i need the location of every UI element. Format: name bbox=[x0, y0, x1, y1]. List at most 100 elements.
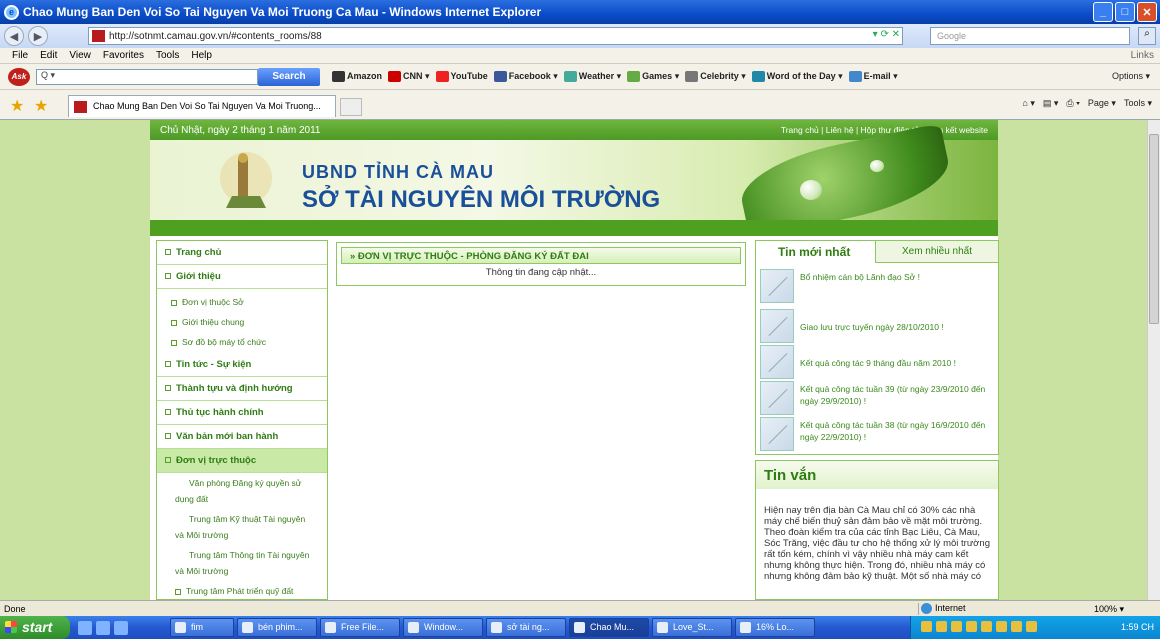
link-cnn[interactable]: CNN ▾ bbox=[388, 71, 430, 83]
nav-sub-units-of-dept[interactable]: Đơn vị thuộc Sở bbox=[171, 297, 244, 307]
news-item[interactable]: Kết quả công tác 9 tháng đầu năm 2010 ! bbox=[760, 345, 996, 381]
nav-sub-general-intro[interactable]: Giới thiệu chung bbox=[171, 317, 244, 327]
ask-search-button[interactable]: Search bbox=[258, 68, 320, 86]
nav-sub-info-center[interactable]: Trung tâm Thông tin Tài nguyên và Môi tr… bbox=[175, 547, 315, 579]
news-title[interactable]: Kết quả công tác tuần 38 (từ ngày 16/9/2… bbox=[800, 419, 992, 443]
favorites-star-icon[interactable]: ★ bbox=[10, 96, 24, 116]
news-title[interactable]: Kết quả công tác 9 tháng đầu năm 2010 ! bbox=[800, 357, 992, 369]
print-icon[interactable]: ⎙ ▾ bbox=[1066, 98, 1079, 109]
forward-button[interactable]: ▶ bbox=[28, 26, 48, 46]
nav-item-news[interactable]: Tin tức - Sự kiện bbox=[157, 353, 327, 377]
tray-icon[interactable] bbox=[951, 621, 962, 632]
new-tab-button[interactable] bbox=[340, 98, 362, 116]
back-button[interactable]: ◀ bbox=[4, 26, 24, 46]
ie-icon: e bbox=[4, 4, 19, 20]
link-word-of-the-day[interactable]: Word of the Day ▾ bbox=[751, 71, 843, 83]
quick-launch bbox=[70, 616, 170, 639]
minimize-button[interactable]: _ bbox=[1093, 2, 1113, 22]
nav-item-intro[interactable]: Giới thiệu bbox=[157, 265, 327, 289]
zoom-level[interactable]: 100% ▾ bbox=[1094, 604, 1124, 615]
tab-current[interactable]: Chao Mung Ban Den Voi So Tai Nguyen Va M… bbox=[68, 95, 336, 117]
search-icon[interactable]: ⌕ bbox=[1138, 27, 1156, 45]
nav-sub-org-chart[interactable]: Sơ đồ bộ máy tổ chức bbox=[171, 337, 266, 347]
maximize-button[interactable]: □ bbox=[1115, 2, 1135, 22]
brief-news-body: Hiện nay trên địa bàn Cà Mau chỉ có 30% … bbox=[764, 505, 990, 582]
site-title-line1: UBND TỈNH CÀ MAU bbox=[302, 162, 494, 182]
menu-favorites[interactable]: Favorites bbox=[103, 50, 144, 61]
status-bar: Done Internet 100% ▾ bbox=[0, 600, 1160, 616]
tab-most-viewed[interactable]: Xem nhiều nhất bbox=[876, 241, 998, 263]
news-item[interactable]: Kết quả công tác tuần 38 (từ ngày 16/9/2… bbox=[760, 417, 996, 453]
window-titlebar: e Chao Mung Ban Den Voi So Tai Nguyen Va… bbox=[0, 0, 1160, 24]
news-item[interactable]: Bổ nhiệm cán bộ Lãnh đạo Sở ! bbox=[760, 269, 996, 305]
tray-icon[interactable] bbox=[996, 621, 1007, 632]
quicklaunch-icon[interactable] bbox=[78, 620, 92, 635]
taskbar-button[interactable]: fim bbox=[170, 618, 234, 637]
tools-menu[interactable]: Tools ▾ bbox=[1124, 98, 1152, 109]
tray-icon[interactable] bbox=[921, 621, 932, 632]
tray-icon[interactable] bbox=[981, 621, 992, 632]
quicklaunch-icon[interactable] bbox=[96, 620, 110, 635]
taskbar-button[interactable]: 16% Lo... bbox=[735, 618, 815, 637]
options-button[interactable]: Options ▾ bbox=[1112, 71, 1150, 82]
page-viewport: Chủ Nhật, ngày 2 tháng 1 năm 2011 Trang … bbox=[0, 120, 1147, 600]
ask-search-input[interactable]: Q ▾ bbox=[36, 69, 258, 85]
tray-icon[interactable] bbox=[1026, 621, 1037, 632]
search-input[interactable]: Google bbox=[930, 27, 1130, 45]
feeds-icon[interactable]: ▤ ▾ bbox=[1043, 98, 1059, 109]
links-label[interactable]: Links bbox=[1131, 50, 1154, 61]
tab-latest-news[interactable]: Tin mới nhất bbox=[756, 241, 876, 263]
menu-edit[interactable]: Edit bbox=[40, 50, 57, 61]
nav-item-home[interactable]: Trang chủ bbox=[157, 241, 327, 265]
menu-help[interactable]: Help bbox=[191, 50, 212, 61]
address-field[interactable]: http://sotnmt.camau.gov.vn/#contents_roo… bbox=[88, 27, 903, 45]
news-item[interactable]: Kết quả công tác tuần 39 (từ ngày 23/9/2… bbox=[760, 381, 996, 417]
scrollbar-thumb[interactable] bbox=[1149, 134, 1159, 324]
taskbar-button-active[interactable]: Chao Mu... bbox=[569, 618, 649, 637]
tray-icon[interactable] bbox=[1011, 621, 1022, 632]
menu-bar: File Edit View Favorites Tools Help Link… bbox=[0, 48, 1160, 64]
site-top-links[interactable]: Trang chủ | Liên hệ | Hộp thư điện tử | … bbox=[781, 125, 988, 135]
refresh-stop-icons[interactable]: ▾ ⟳ ✕ bbox=[873, 29, 900, 40]
taskbar-button[interactable]: sở tài ng... bbox=[486, 618, 566, 637]
link-celebrity[interactable]: Celebrity ▾ bbox=[685, 71, 746, 83]
menu-file[interactable]: File bbox=[12, 50, 28, 61]
center-content: » ĐƠN VỊ TRỰC THUỘC - PHÒNG ĐĂNG KÝ ĐẤT … bbox=[336, 242, 746, 286]
site-page: Chủ Nhật, ngày 2 tháng 1 năm 2011 Trang … bbox=[150, 120, 999, 600]
tray-icon[interactable] bbox=[966, 621, 977, 632]
link-youtube[interactable]: YouTube bbox=[435, 71, 488, 83]
add-favorites-icon[interactable]: ★ bbox=[34, 96, 48, 116]
nav-item-procedures[interactable]: Thủ tục hành chính bbox=[157, 401, 327, 425]
start-button[interactable]: start bbox=[0, 616, 70, 639]
brief-news-title: Tin vắn bbox=[756, 461, 998, 489]
news-title[interactable]: Kết quả công tác tuần 39 (từ ngày 23/9/2… bbox=[800, 383, 992, 407]
vertical-scrollbar[interactable] bbox=[1147, 120, 1160, 600]
taskbar-button[interactable]: Love_St... bbox=[652, 618, 732, 637]
taskbar-button[interactable]: bén phim... bbox=[237, 618, 317, 637]
security-zone: Internet bbox=[918, 603, 1038, 615]
nav-sub-land-registration-office[interactable]: Văn phòng Đăng ký quyền sử dụng đất bbox=[175, 475, 315, 507]
link-games[interactable]: Games ▾ bbox=[627, 71, 679, 83]
close-button[interactable]: ✕ bbox=[1137, 2, 1157, 22]
link-facebook[interactable]: Facebook ▾ bbox=[493, 71, 558, 83]
link-email[interactable]: E-mail ▾ bbox=[848, 71, 898, 83]
page-menu[interactable]: Page ▾ bbox=[1088, 98, 1116, 109]
quicklaunch-icon[interactable] bbox=[114, 620, 128, 635]
nav-sub-technical-center[interactable]: Trung tâm Kỹ thuật Tài nguyên và Môi trư… bbox=[175, 511, 315, 543]
menu-view[interactable]: View bbox=[69, 50, 91, 61]
nav-item-documents[interactable]: Văn bản mới ban hành bbox=[157, 425, 327, 449]
nav-item-achievements[interactable]: Thành tựu và định hướng bbox=[157, 377, 327, 401]
taskbar-button[interactable]: Window... bbox=[403, 618, 483, 637]
tray-clock: 1:59 CH bbox=[1120, 622, 1154, 632]
link-amazon[interactable]: Amazon bbox=[332, 71, 382, 83]
taskbar-button[interactable]: Free File... bbox=[320, 618, 400, 637]
tray-icon[interactable] bbox=[936, 621, 947, 632]
nav-sub-land-fund-center[interactable]: Trung tâm Phát triển quỹ đất bbox=[175, 583, 315, 599]
news-title[interactable]: Giao lưu trực tuyến ngày 28/10/2010 ! bbox=[800, 321, 992, 333]
home-icon[interactable]: ⌂ ▾ bbox=[1022, 98, 1034, 109]
link-weather[interactable]: Weather ▾ bbox=[563, 71, 621, 83]
nav-item-units[interactable]: Đơn vị trực thuộc bbox=[157, 449, 327, 473]
news-title[interactable]: Bổ nhiệm cán bộ Lãnh đạo Sở ! bbox=[800, 271, 992, 283]
news-item[interactable]: Giao lưu trực tuyến ngày 28/10/2010 ! bbox=[760, 309, 996, 345]
menu-tools[interactable]: Tools bbox=[156, 50, 179, 61]
